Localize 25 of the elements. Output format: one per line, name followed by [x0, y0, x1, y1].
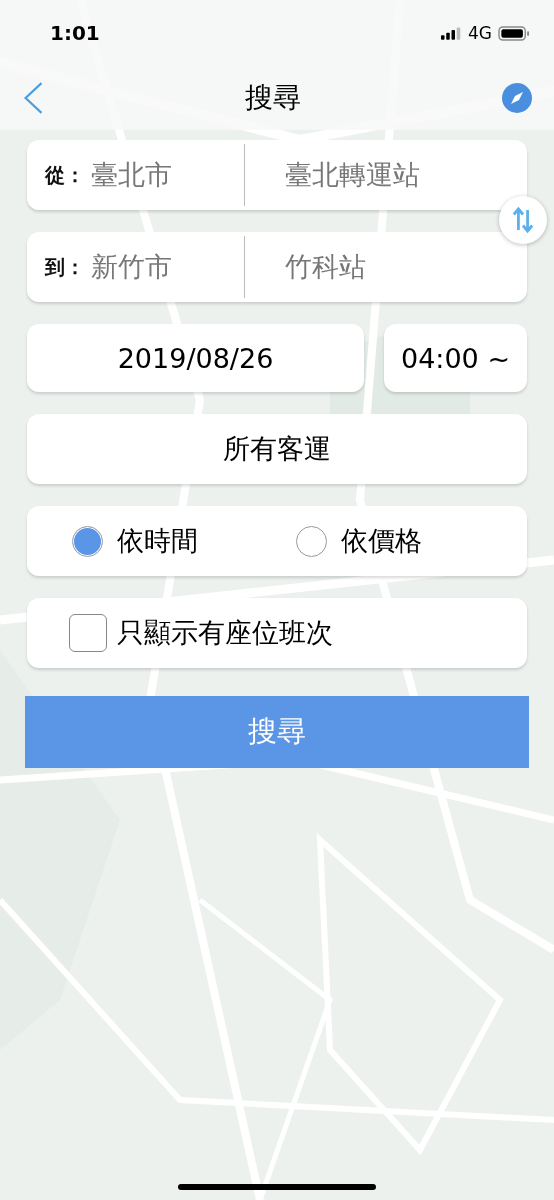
field-label: 到：	[44, 253, 86, 281]
field-label: 從：	[43, 161, 86, 189]
option-label: 依價格	[341, 524, 422, 558]
option-label: 依時間	[117, 524, 198, 558]
screen-title: 搜尋	[245, 80, 301, 116]
network-type: 4G	[468, 23, 492, 43]
time-picker[interactable]: 04:00 ~	[384, 324, 527, 392]
station-selector[interactable]: 臺北轉運站	[245, 157, 420, 193]
back-button[interactable]	[22, 81, 44, 115]
city-selector[interactable]: 新竹市	[91, 249, 244, 285]
radio-button[interactable]	[296, 525, 327, 557]
status-time: 1:01	[50, 21, 100, 45]
checkbox[interactable]	[69, 614, 107, 652]
swap-arrows-icon	[512, 205, 534, 235]
city-selector[interactable]: 臺北市	[91, 157, 244, 193]
signal-icon	[441, 26, 462, 40]
radio-button[interactable]	[72, 525, 103, 557]
date-picker[interactable]: 2019/08/26	[27, 324, 364, 392]
checkbox-label: 只顯示有座位班次	[117, 616, 333, 650]
station-selector[interactable]: 竹科站	[245, 249, 366, 285]
battery-icon	[498, 25, 530, 41]
radio-option[interactable]: 依價格	[296, 523, 422, 559]
radio-option[interactable]: 依時間	[72, 523, 198, 559]
carrier-selector[interactable]: 所有客運	[27, 414, 527, 484]
compass-button[interactable]	[502, 83, 532, 113]
